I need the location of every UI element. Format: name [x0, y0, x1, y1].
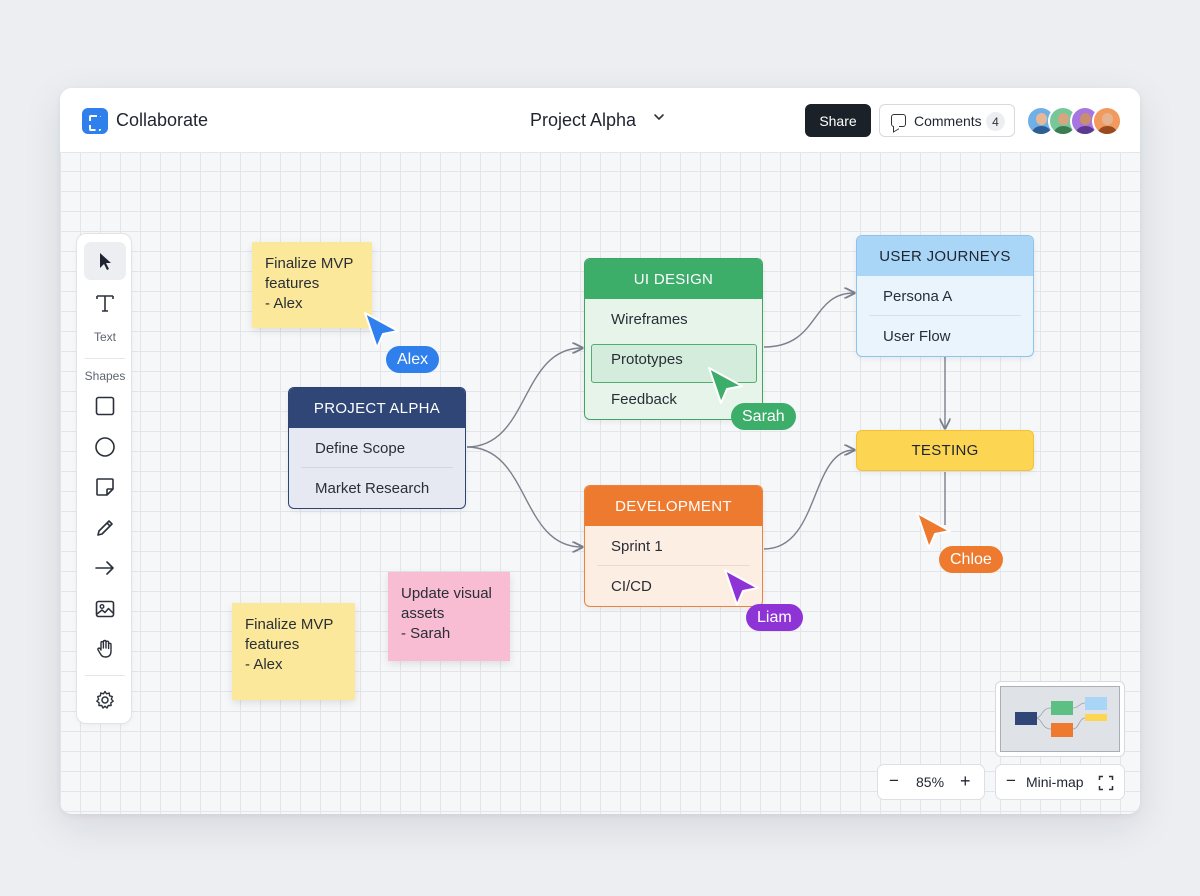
cursor-label-chloe: Chloe	[939, 546, 1003, 573]
image-icon	[95, 600, 115, 618]
circle-tool[interactable]	[84, 428, 126, 466]
hand-icon	[97, 639, 112, 658]
settings-tool[interactable]	[84, 681, 126, 719]
node-item[interactable]: Market Research	[289, 468, 465, 508]
select-icon	[100, 253, 111, 270]
cursor-pointer-icon	[724, 569, 759, 606]
comments-button[interactable]: Comments 4	[879, 104, 1015, 137]
pencil-icon	[97, 520, 113, 536]
minimap-label: Mini-map	[1026, 774, 1084, 790]
fullscreen-icon[interactable]	[1098, 775, 1114, 791]
whiteboard-canvas[interactable]: Text Shapes Finalize MVP features - Alex…	[60, 153, 1140, 814]
node-title: PROJECT ALPHA	[289, 388, 465, 428]
circle-icon	[95, 437, 115, 457]
node-title: UI DESIGN	[585, 259, 762, 299]
node-project-alpha[interactable]: PROJECT ALPHA Define Scope Market Resear…	[288, 387, 466, 509]
node-item[interactable]: Persona A	[857, 276, 1033, 316]
image-tool[interactable]	[84, 590, 126, 628]
arrow-tool[interactable]	[84, 549, 126, 587]
minimap-preview	[1015, 697, 1107, 737]
comments-label: Comments	[914, 113, 982, 129]
node-title: DEVELOPMENT	[585, 486, 762, 526]
select-tool[interactable]	[84, 242, 126, 280]
zoom-level: 85%	[916, 774, 945, 790]
divider	[85, 675, 125, 676]
divider	[85, 358, 125, 359]
sticky-note-tool[interactable]	[84, 468, 126, 506]
cursor-label-liam: Liam	[746, 604, 803, 631]
connector-alpha-ui	[466, 348, 582, 448]
cursor-label-sarah: Sarah	[731, 403, 796, 430]
connector-dev-test	[763, 450, 854, 550]
zoom-out-button[interactable]: −	[889, 771, 899, 791]
node-testing[interactable]: TESTING	[856, 430, 1034, 471]
minimap[interactable]	[995, 681, 1125, 757]
sticky-note[interactable]: Update visual assets - Sarah	[388, 572, 510, 661]
top-bar: Collaborate Project Alpha Share Comments…	[60, 88, 1140, 153]
pencil-tool[interactable]	[84, 509, 126, 547]
node-item[interactable]: Define Scope	[289, 428, 465, 468]
text-tool-label: Text	[93, 330, 116, 344]
chevron-down-icon[interactable]	[652, 110, 666, 127]
cursor-pointer-icon	[364, 312, 399, 349]
hand-tool[interactable]	[84, 630, 126, 668]
app-window: Collaborate Project Alpha Share Comments…	[60, 88, 1140, 814]
text-tool[interactable]	[84, 284, 126, 322]
rectangle-tool[interactable]	[84, 387, 126, 425]
cursor-label-alex: Alex	[386, 346, 440, 373]
share-button[interactable]: Share	[805, 104, 871, 137]
settings-icon	[96, 690, 114, 709]
minimap-control: − Mini-map	[995, 764, 1125, 800]
sticky-note[interactable]: Finalize MVP features - Alex	[252, 242, 372, 328]
text-icon	[96, 295, 114, 312]
project-title[interactable]: Project Alpha	[530, 110, 636, 131]
connector-alpha-dev	[466, 446, 582, 547]
tools-panel: Text Shapes	[76, 233, 132, 724]
app-logo-icon[interactable]	[82, 108, 108, 134]
shapes-label: Shapes	[84, 369, 126, 383]
sticky-note-icon	[96, 478, 114, 496]
connector-ui-uj	[763, 293, 854, 348]
comment-icon	[891, 114, 906, 127]
app-name: Collaborate	[116, 110, 209, 130]
sticky-note[interactable]: Finalize MVP features - Alex	[232, 603, 355, 700]
minimap-collapse-button[interactable]: −	[1006, 771, 1016, 791]
node-item[interactable]: Wireframes	[585, 299, 762, 339]
zoom-control: − 85% +	[877, 764, 985, 800]
cursor-pointer-icon	[708, 367, 743, 404]
comments-count-badge: 4	[986, 112, 1005, 131]
node-item[interactable]: User Flow	[857, 316, 1033, 356]
rectangle-icon	[95, 396, 115, 416]
zoom-in-button[interactable]: +	[960, 771, 971, 792]
avatar[interactable]	[1092, 106, 1122, 136]
arrow-icon	[95, 561, 114, 575]
node-title: USER JOURNEYS	[857, 236, 1033, 276]
minimap-viewport[interactable]	[1000, 686, 1120, 752]
node-item[interactable]: Sprint 1	[585, 526, 762, 566]
node-user-journeys[interactable]: USER JOURNEYS Persona A User Flow	[856, 235, 1034, 357]
